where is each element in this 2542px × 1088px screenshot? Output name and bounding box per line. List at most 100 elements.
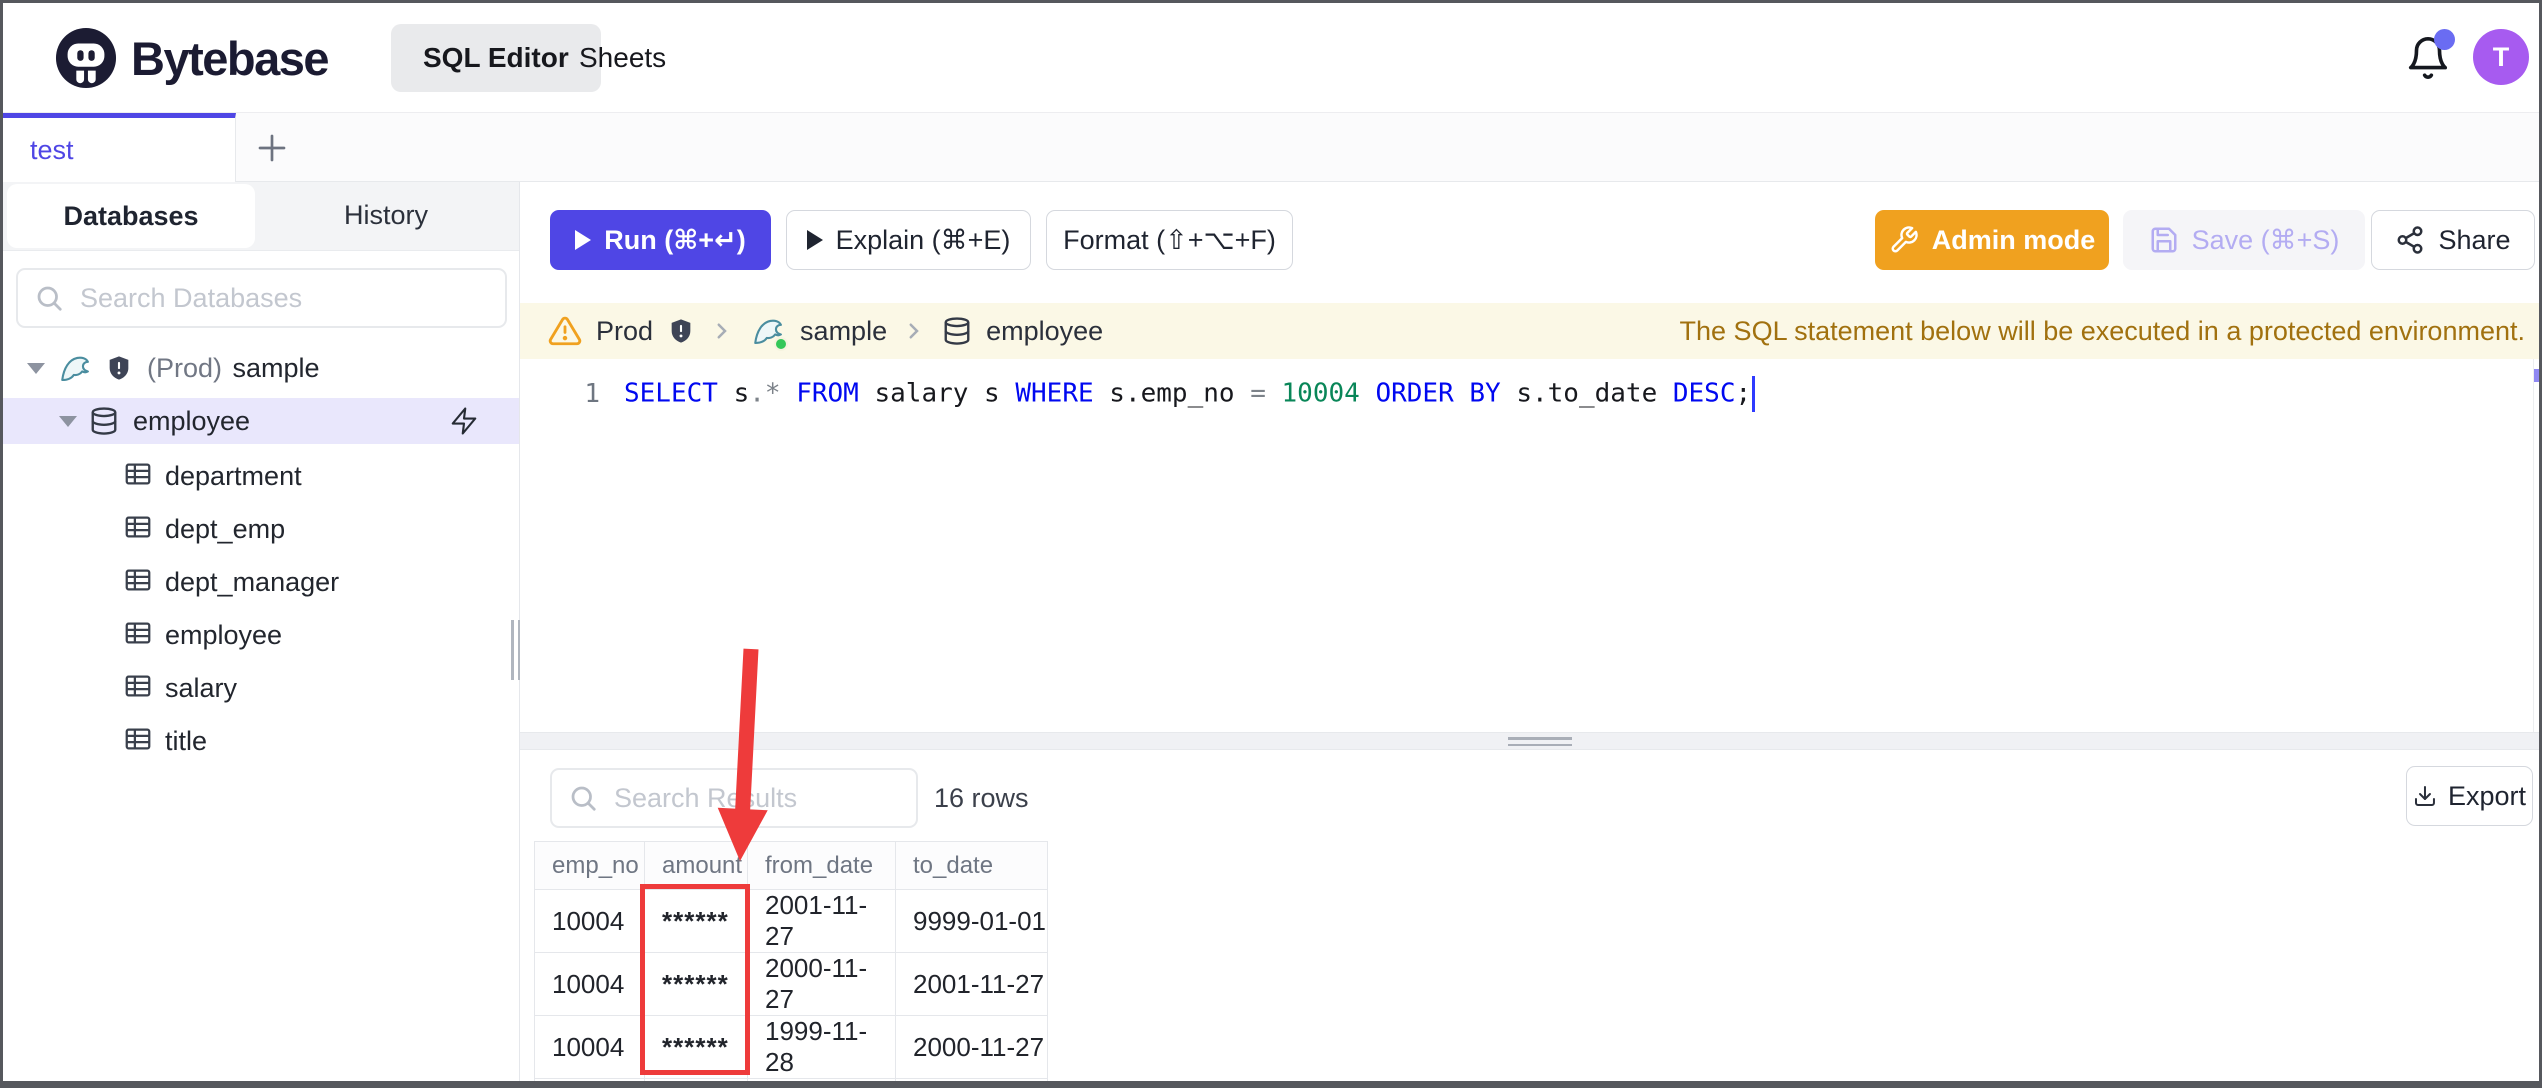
tree-node-table-salary[interactable]: salary (3, 662, 519, 715)
cell[interactable]: 1999-11-28 (747, 1015, 896, 1079)
database-icon (942, 316, 972, 346)
table-row: 10004******1998-11-281999-11-28 (534, 1078, 1048, 1081)
sidebar-tab-history[interactable]: History (255, 182, 517, 249)
sql-line-1: 1 SELECT s.* FROM salary s WHERE s.emp_n… (520, 373, 2539, 415)
breadcrumb: Prod sample employee (548, 313, 1103, 351)
tree-node-table-employee[interactable]: employee (3, 609, 519, 662)
cell[interactable]: 10004 (534, 1078, 645, 1081)
add-tab-button[interactable] (236, 113, 308, 182)
tree-node-table-title[interactable]: title (3, 715, 519, 768)
divider-grip-icon[interactable] (1508, 737, 1572, 746)
sidebar-tab-databases[interactable]: Databases (7, 184, 255, 248)
wrench-icon (1891, 226, 1918, 253)
cell[interactable]: 1999-11-28 (895, 1078, 1048, 1081)
table-icon (123, 459, 153, 494)
top-bar: Bytebase SQL Editor Sheets T (3, 3, 2539, 113)
connection-status-dot (774, 337, 789, 351)
column-header-to_date[interactable]: to_date (895, 841, 1048, 890)
caret-down-icon[interactable] (27, 362, 45, 374)
cell[interactable]: 2000-11-27 (895, 1015, 1048, 1079)
editor-overview-mark (2534, 369, 2539, 382)
protected-environment-warning: The SQL statement below will be executed… (1679, 315, 2525, 346)
user-avatar[interactable]: T (2473, 29, 2529, 85)
worksheet-tab-strip: test (3, 113, 2539, 182)
line-number: 1 (584, 379, 600, 409)
sidebar-tabs: Databases History (3, 182, 519, 251)
nav-sheets[interactable]: Sheets (573, 3, 672, 113)
bytebase-sql-editor-window: Bytebase SQL Editor Sheets T test Databa… (0, 0, 2542, 1088)
cell[interactable]: 10004 (534, 889, 645, 953)
cell[interactable]: 2001-11-27 (895, 952, 1048, 1016)
cell[interactable]: 10004 (534, 1015, 645, 1079)
breadcrumb-instance[interactable]: sample (800, 316, 887, 347)
bytebase-logo-icon[interactable] (55, 27, 117, 89)
tree-node-table-dept_emp[interactable]: dept_emp (3, 503, 519, 556)
export-button[interactable]: Export (2406, 766, 2533, 826)
table-name-label: employee (165, 620, 283, 650)
table-name-label: department (165, 461, 302, 491)
table-icon (123, 512, 153, 547)
lightning-icon[interactable] (449, 406, 479, 436)
share-button[interactable]: Share (2371, 210, 2535, 270)
table-row: 10004 ****** 2001-11-27 9999-01-01 (534, 889, 1048, 953)
sql-code-line: SELECT s.* FROM salary s WHERE s.emp_no … (624, 376, 1756, 412)
table-icon (123, 618, 153, 653)
table-row: 10004 ****** 2000-11-27 2001-11-27 (534, 952, 1048, 1016)
sql-editor[interactable]: 1 SELECT s.* FROM salary s WHERE s.emp_n… (520, 359, 2539, 732)
column-header-from_date[interactable]: from_date (747, 841, 896, 890)
shield-icon (667, 317, 695, 345)
explain-button[interactable]: Explain (⌘+E) (786, 210, 1031, 270)
format-button[interactable]: Format (⇧+⌥+F) (1046, 210, 1293, 270)
run-button[interactable]: Run (⌘+↵) (550, 210, 771, 270)
play-icon (575, 230, 592, 250)
shield-icon (105, 354, 133, 382)
database-search[interactable] (16, 268, 507, 328)
instance-env-label: (Prod) (147, 352, 223, 383)
protected-environment-banner: Prod sample employee The SQL statement b… (520, 303, 2539, 359)
database-name-label: employee (133, 405, 251, 436)
save-button[interactable]: Save (⌘+S) (2123, 210, 2365, 270)
breadcrumb-environment[interactable]: Prod (596, 316, 653, 347)
results-search[interactable] (550, 768, 918, 828)
database-icon (89, 406, 119, 436)
play-icon (806, 230, 823, 250)
tab-test[interactable]: test (3, 113, 236, 182)
admin-mode-button[interactable]: Admin mode (1875, 210, 2109, 270)
editor-cursor (1752, 376, 1756, 412)
cell[interactable]: 1998-11-28 (747, 1078, 896, 1081)
tree-node-table-dept_manager[interactable]: dept_manager (3, 556, 519, 609)
warning-triangle-icon (548, 316, 582, 346)
database-search-input[interactable] (78, 281, 489, 315)
plus-icon (258, 134, 286, 161)
table-icon (123, 565, 153, 600)
cell[interactable]: 2001-11-27 (747, 889, 896, 953)
chevron-right-icon (715, 321, 730, 341)
column-header-emp_no[interactable]: emp_no (534, 841, 645, 890)
search-icon (571, 786, 596, 811)
tree-node-database-employee[interactable]: employee (3, 398, 519, 444)
tree-node-table-department[interactable]: department (3, 450, 519, 503)
results-search-input[interactable] (612, 781, 900, 815)
result-table-header-row: emp_no amount from_date to_date (534, 841, 1048, 890)
table-icon (123, 671, 153, 706)
annotation-highlight-rect (640, 884, 750, 1075)
tree-node-instance[interactable]: (Prod) sample (3, 345, 519, 391)
column-header-amount[interactable]: amount (644, 841, 748, 890)
nav-sql-editor[interactable]: SQL Editor (391, 24, 601, 92)
download-icon (2414, 786, 2435, 806)
notification-badge (2434, 29, 2455, 50)
cell[interactable]: 9999-01-01 (895, 889, 1048, 953)
cell[interactable]: 2000-11-27 (747, 952, 896, 1016)
notification-bell-icon[interactable] (2405, 29, 2455, 81)
cell[interactable]: ****** (644, 1078, 748, 1081)
caret-down-icon[interactable] (59, 415, 77, 427)
pane-divider[interactable] (520, 732, 2539, 750)
breadcrumb-database[interactable]: employee (986, 316, 1103, 347)
cell[interactable]: 10004 (534, 952, 645, 1016)
editor-scrollbar[interactable] (2533, 359, 2534, 732)
table-name-label: dept_manager (165, 567, 340, 597)
editor-toolbar: Run (⌘+↵) Explain (⌘+E) Format (⇧+⌥+F) A… (520, 182, 2539, 303)
main-pane: Run (⌘+↵) Explain (⌘+E) Format (⇧+⌥+F) A… (520, 182, 2539, 1081)
table-name-label: salary (165, 673, 238, 703)
table-icon (123, 724, 153, 759)
